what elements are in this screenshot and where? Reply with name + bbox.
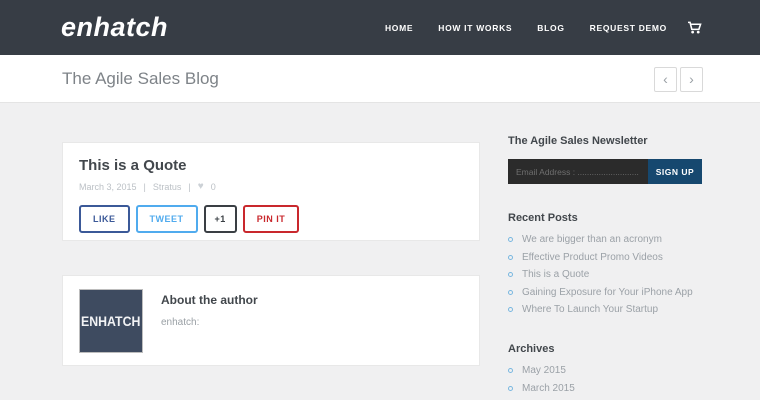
main-nav: HOME HOW IT WORKS BLOG REQUEST DEMO — [385, 0, 702, 55]
shopping-cart-icon[interactable] — [687, 21, 702, 34]
circle-bullet-icon — [508, 237, 513, 242]
nav-item-how-it-works[interactable]: HOW IT WORKS — [438, 23, 512, 33]
sign-up-button[interactable]: SIGN UP — [648, 159, 702, 184]
page-title: The Agile Sales Blog — [62, 69, 219, 89]
share-buttons: LIKE TWEET +1 PIN IT — [79, 205, 463, 233]
nav-item-home[interactable]: HOME — [385, 23, 413, 33]
page: enhatch HOME HOW IT WORKS BLOG REQUEST D… — [0, 0, 760, 400]
recent-post-label: Gaining Exposure for Your iPhone App — [522, 287, 693, 298]
avatar-text: ENHATCH — [81, 313, 140, 329]
sidebar: The Agile Sales Newsletter SIGN UP Recen… — [508, 135, 702, 400]
author-card: ENHATCH About the author enhatch: — [62, 275, 480, 366]
post-title[interactable]: This is a Quote — [79, 157, 463, 174]
circle-bullet-icon — [508, 255, 513, 260]
pin-it-button[interactable]: PIN IT — [243, 205, 300, 233]
post-card: This is a Quote March 3, 2015 | Stratus … — [62, 142, 480, 241]
newsletter-form: SIGN UP — [508, 159, 702, 184]
tweet-button[interactable]: TWEET — [136, 205, 198, 233]
circle-bullet-icon — [508, 386, 513, 391]
heart-icon: ♥ — [198, 181, 204, 192]
post-category[interactable]: Stratus — [153, 182, 182, 192]
post-date: March 3, 2015 — [79, 182, 137, 192]
circle-bullet-icon — [508, 272, 513, 277]
recent-posts-heading: Recent Posts — [508, 212, 702, 224]
recent-post-link[interactable]: Effective Product Promo Videos — [508, 252, 702, 263]
recent-posts-section: Recent Posts We are bigger than an acron… — [508, 212, 702, 315]
archives-list: May 2015 March 2015 February 2015 — [508, 365, 702, 400]
archives-heading: Archives — [508, 343, 702, 355]
plus-one-button[interactable]: +1 — [204, 205, 237, 233]
nav-item-request-demo[interactable]: REQUEST DEMO — [590, 23, 667, 33]
recent-post-link[interactable]: We are bigger than an acronym — [508, 234, 702, 245]
author-name: enhatch: — [161, 317, 258, 328]
archive-link[interactable]: March 2015 — [508, 383, 702, 394]
author-avatar: ENHATCH — [79, 289, 143, 353]
page-title-bar: The Agile Sales Blog ‹ › — [0, 55, 760, 103]
recent-posts-list: We are bigger than an acronym Effective … — [508, 234, 702, 315]
author-info: About the author enhatch: — [161, 289, 258, 352]
top-header: enhatch HOME HOW IT WORKS BLOG REQUEST D… — [0, 0, 760, 55]
email-input[interactable] — [508, 159, 648, 184]
recent-post-label: This is a Quote — [522, 269, 589, 280]
archive-label: May 2015 — [522, 365, 566, 376]
recent-post-label: Effective Product Promo Videos — [522, 252, 663, 263]
like-button[interactable]: LIKE — [79, 205, 130, 233]
author-heading: About the author — [161, 293, 258, 307]
archive-label: March 2015 — [522, 383, 575, 394]
archives-section: Archives May 2015 March 2015 February 20… — [508, 343, 702, 400]
recent-post-link[interactable]: Gaining Exposure for Your iPhone App — [508, 287, 702, 298]
circle-bullet-icon — [508, 368, 513, 373]
newsletter-heading: The Agile Sales Newsletter — [508, 135, 702, 147]
pagination: ‹ › — [654, 67, 703, 92]
enhatch-logo[interactable]: enhatch — [61, 12, 168, 43]
meta-separator: | — [188, 182, 190, 192]
recent-post-link[interactable]: Where To Launch Your Startup — [508, 304, 702, 315]
meta-separator: | — [144, 182, 146, 192]
nav-item-blog[interactable]: BLOG — [537, 23, 564, 33]
recent-post-label: Where To Launch Your Startup — [522, 304, 658, 315]
chevron-right-icon[interactable]: › — [680, 67, 703, 92]
likes-count: 0 — [211, 182, 216, 192]
circle-bullet-icon — [508, 307, 513, 312]
archive-link[interactable]: May 2015 — [508, 365, 702, 376]
chevron-left-icon[interactable]: ‹ — [654, 67, 677, 92]
circle-bullet-icon — [508, 290, 513, 295]
post-meta: March 3, 2015 | Stratus | ♥ 0 — [79, 181, 463, 192]
recent-post-label: We are bigger than an acronym — [522, 234, 662, 245]
recent-post-link[interactable]: This is a Quote — [508, 269, 702, 280]
